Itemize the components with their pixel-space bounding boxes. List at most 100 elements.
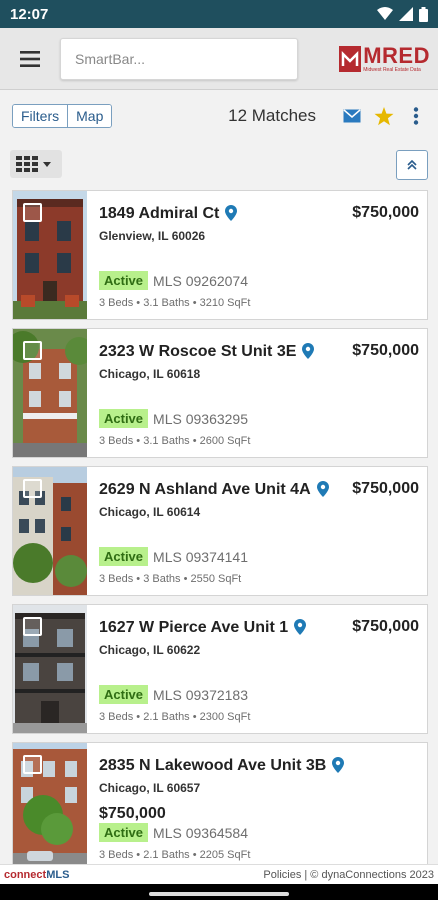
- sub-bar: [0, 146, 438, 186]
- more-vert-icon: [413, 107, 419, 125]
- listing-address[interactable]: 1627 W Pierce Ave Unit 1: [99, 619, 307, 637]
- listing-price: $750,000: [352, 618, 419, 635]
- listing-photo[interactable]: [13, 191, 87, 319]
- mls-number: MLS 09372183: [153, 686, 248, 703]
- star-icon: [374, 106, 394, 125]
- email-button[interactable]: [342, 106, 362, 126]
- listing-details: 3 Beds • 2.1 Baths • 2300 SqFt: [99, 711, 251, 723]
- footer-links[interactable]: Policies | © dynaConnections 2023: [263, 869, 434, 881]
- select-checkbox[interactable]: [23, 341, 42, 360]
- map-button[interactable]: Map: [67, 105, 112, 127]
- logo-text: MRED: [363, 42, 430, 68]
- gesture-handle[interactable]: [149, 892, 289, 896]
- map-pin-icon[interactable]: [302, 343, 315, 359]
- logo-subtext: Midwest Real Estate Data: [363, 66, 421, 73]
- system-nav-bar: [0, 884, 438, 900]
- filters-button[interactable]: Filters: [13, 105, 68, 127]
- listing-details: 3 Beds • 2.1 Baths • 2205 SqFt: [99, 849, 251, 861]
- address-text: 2629 N Ashland Ave Unit 4A: [99, 481, 311, 498]
- listing-photo[interactable]: [13, 329, 87, 457]
- listing-list: 1849 Admiral Ct $750,000 Glenview, IL 60…: [12, 190, 428, 880]
- listing-details: 3 Beds • 3.1 Baths • 2600 SqFt: [99, 435, 251, 447]
- listing-photo[interactable]: [13, 605, 87, 733]
- listing-card[interactable]: 1849 Admiral Ct $750,000 Glenview, IL 60…: [12, 190, 428, 320]
- select-checkbox[interactable]: [23, 203, 42, 222]
- address-text: 2835 N Lakewood Ave Unit 3B: [99, 757, 327, 774]
- view-toggle: Filters Map: [12, 104, 113, 128]
- select-checkbox[interactable]: [23, 617, 42, 636]
- listing-city: Chicago, IL 60614: [99, 505, 201, 519]
- listing-city: Chicago, IL 60618: [99, 367, 201, 381]
- listing-price: $750,000: [352, 342, 419, 359]
- status-badge: Active: [99, 409, 149, 428]
- listing-details: 3 Beds • 3 Baths • 2550 SqFt: [99, 573, 242, 585]
- select-checkbox[interactable]: [23, 479, 42, 498]
- listing-status-row: Active MLS 09262074: [99, 271, 248, 290]
- mls-number: MLS 09374141: [153, 548, 248, 565]
- status-bar: 12:07: [0, 0, 438, 28]
- collapse-button[interactable]: [396, 150, 428, 180]
- toolbar: Filters Map 12 Matches: [0, 90, 438, 142]
- listing-status-row: Active MLS 09364584: [99, 823, 248, 842]
- listing-status-row: Active MLS 09372183: [99, 685, 248, 704]
- listing-card[interactable]: 1627 W Pierce Ave Unit 1 $750,000 Chicag…: [12, 604, 428, 734]
- battery-icon: [419, 6, 428, 22]
- status-icons: [377, 6, 428, 22]
- select-checkbox[interactable]: [23, 755, 42, 774]
- listing-city: Glenview, IL 60026: [99, 229, 206, 243]
- listing-price: $750,000: [99, 805, 166, 822]
- listing-price: $750,000: [352, 480, 419, 497]
- address-text: 1627 W Pierce Ave Unit 1: [99, 619, 289, 636]
- mred-logo-mark: [339, 45, 362, 72]
- brand-part-connect: connect: [4, 868, 47, 881]
- double-chevron-up-icon: [407, 160, 417, 170]
- map-pin-icon[interactable]: [316, 481, 329, 497]
- listing-city: Chicago, IL 60622: [99, 643, 201, 657]
- brand-name: connectMLS: [4, 869, 69, 881]
- status-badge: Active: [99, 271, 149, 290]
- listing-card[interactable]: 2629 N Ashland Ave Unit 4A $750,000 Chic…: [12, 466, 428, 596]
- listing-card[interactable]: 2835 N Lakewood Ave Unit 3B Chicago, IL …: [12, 742, 428, 872]
- menu-button[interactable]: [0, 28, 60, 90]
- grid-icon: [16, 156, 38, 172]
- favorite-button[interactable]: [374, 106, 394, 126]
- listing-price: $750,000: [352, 204, 419, 221]
- top-bar: SmartBar... MRED Midwest Real Estate Dat…: [0, 28, 438, 90]
- signal-icon: [399, 7, 413, 21]
- smartbar-input[interactable]: SmartBar...: [60, 37, 298, 80]
- listing-address[interactable]: 2323 W Roscoe St Unit 3E: [99, 343, 315, 361]
- listing-address[interactable]: 1849 Admiral Ct: [99, 205, 238, 223]
- caret-down-icon: [43, 161, 51, 167]
- more-button[interactable]: [406, 106, 426, 126]
- address-text: 1849 Admiral Ct: [99, 205, 220, 222]
- map-pin-icon[interactable]: [332, 757, 345, 773]
- map-pin-icon[interactable]: [294, 619, 307, 635]
- mls-number: MLS 09364584: [153, 824, 248, 841]
- status-badge: Active: [99, 547, 149, 566]
- listing-address[interactable]: 2835 N Lakewood Ave Unit 3B: [99, 757, 345, 775]
- listing-photo[interactable]: [13, 467, 87, 595]
- status-time: 12:07: [10, 5, 49, 23]
- mls-number: MLS 09363295: [153, 410, 248, 427]
- listing-address[interactable]: 2629 N Ashland Ave Unit 4A: [99, 481, 329, 499]
- layout-dropdown[interactable]: [10, 150, 62, 178]
- map-pin-icon[interactable]: [225, 205, 238, 221]
- matches-count: 12 Matches: [228, 106, 316, 125]
- listing-status-row: Active MLS 09363295: [99, 409, 248, 428]
- address-text: 2323 W Roscoe St Unit 3E: [99, 343, 297, 360]
- listing-card[interactable]: 2323 W Roscoe St Unit 3E $750,000 Chicag…: [12, 328, 428, 458]
- status-badge: Active: [99, 823, 149, 842]
- listing-city: Chicago, IL 60657: [99, 781, 201, 795]
- hamburger-icon: [20, 50, 40, 67]
- wifi-icon: [377, 7, 393, 20]
- footer: connectMLS Policies | © dynaConnections …: [0, 864, 438, 884]
- smartbar-placeholder: SmartBar...: [75, 50, 146, 67]
- mail-icon: [343, 109, 361, 123]
- listing-status-row: Active MLS 09374141: [99, 547, 248, 566]
- mred-logo: MRED Midwest Real Estate Data: [339, 39, 430, 79]
- listing-photo[interactable]: [13, 743, 87, 871]
- status-badge: Active: [99, 685, 149, 704]
- mls-number: MLS 09262074: [153, 272, 248, 289]
- brand-part-mls: MLS: [46, 868, 70, 881]
- listing-details: 3 Beds • 3.1 Baths • 3210 SqFt: [99, 297, 251, 309]
